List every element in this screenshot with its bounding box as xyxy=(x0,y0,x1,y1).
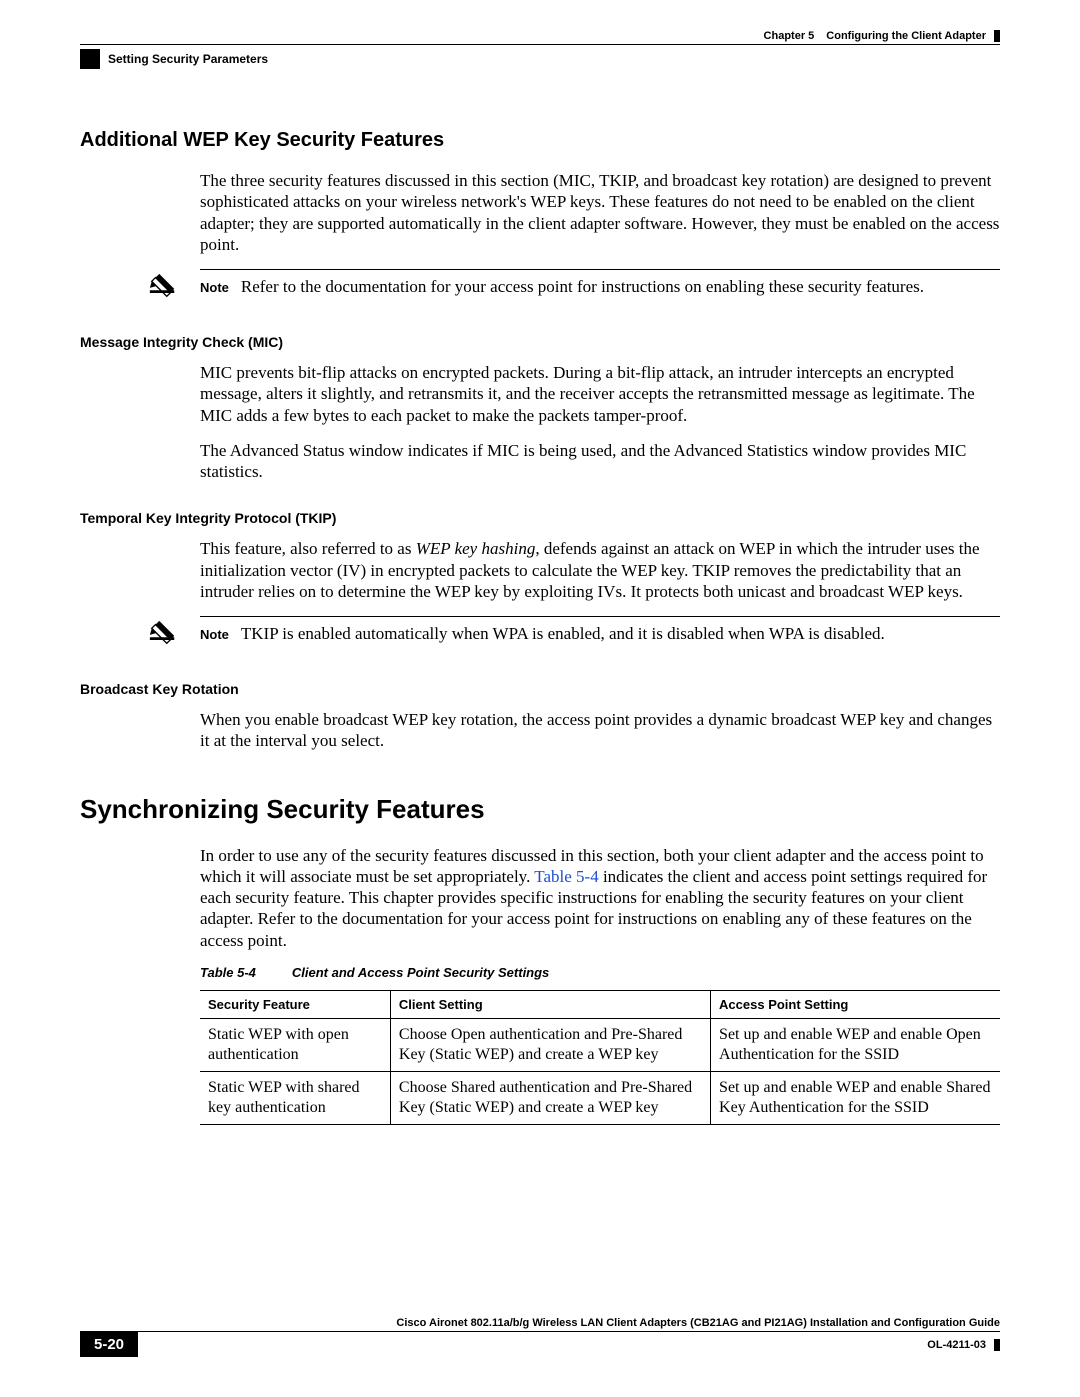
table-caption: Table 5-4Client and Access Point Securit… xyxy=(200,965,1000,980)
chapter-number: Chapter 5 xyxy=(764,30,815,42)
note-label: Note xyxy=(200,627,229,642)
page-footer: Cisco Aironet 802.11a/b/g Wireless LAN C… xyxy=(80,1317,1000,1357)
heading-broadcast-key-rotation: Broadcast Key Rotation xyxy=(80,681,1000,697)
heading-tkip: Temporal Key Integrity Protocol (TKIP) xyxy=(80,510,1000,526)
col-client-setting: Client Setting xyxy=(390,990,710,1018)
note-block-2: NoteTKIP is enabled automatically when W… xyxy=(148,616,1000,653)
mic-paragraph-1: MIC prevents bit-flip attacks on encrypt… xyxy=(200,362,1000,426)
page-number: 5-20 xyxy=(80,1332,138,1357)
sync-paragraph: In order to use any of the security feat… xyxy=(200,845,1000,951)
breadcrumb: Setting Security Parameters xyxy=(80,44,1000,69)
note-block-1: NoteRefer to the documentation for your … xyxy=(148,269,1000,306)
section-breadcrumb: Setting Security Parameters xyxy=(108,52,268,66)
note-1-text: NoteRefer to the documentation for your … xyxy=(200,276,1000,297)
bkr-paragraph: When you enable broadcast WEP key rotati… xyxy=(200,709,1000,752)
col-security-feature: Security Feature xyxy=(200,990,390,1018)
page-header: Chapter 5 Configuring the Client Adapter xyxy=(80,30,1000,42)
table-row: Static WEP with shared key authenticatio… xyxy=(200,1071,1000,1124)
note-2-text: NoteTKIP is enabled automatically when W… xyxy=(200,623,1000,644)
chapter-title: Configuring the Client Adapter xyxy=(826,30,986,42)
table-row: Static WEP with open authentication Choo… xyxy=(200,1018,1000,1071)
heading-mic: Message Integrity Check (MIC) xyxy=(80,334,1000,350)
heading-additional-wep: Additional WEP Key Security Features xyxy=(80,129,1000,152)
pencil-icon xyxy=(148,269,182,306)
col-access-point-setting: Access Point Setting xyxy=(711,990,1000,1018)
document-number: OL-4211-03 xyxy=(927,1339,1000,1351)
heading-synchronizing: Synchronizing Security Features xyxy=(80,794,1000,825)
tkip-paragraph: This feature, also referred to as WEP ke… xyxy=(200,538,1000,602)
mic-paragraph-2: The Advanced Status window indicates if … xyxy=(200,440,1000,483)
guide-title: Cisco Aironet 802.11a/b/g Wireless LAN C… xyxy=(396,1317,1000,1329)
security-settings-table: Security Feature Client Setting Access P… xyxy=(200,990,1000,1125)
pencil-icon xyxy=(148,616,182,653)
section-marker-icon xyxy=(80,49,100,69)
intro-paragraph: The three security features discussed in… xyxy=(200,170,1000,255)
table-5-4-link[interactable]: Table 5-4 xyxy=(534,867,598,886)
note-label: Note xyxy=(200,280,229,295)
